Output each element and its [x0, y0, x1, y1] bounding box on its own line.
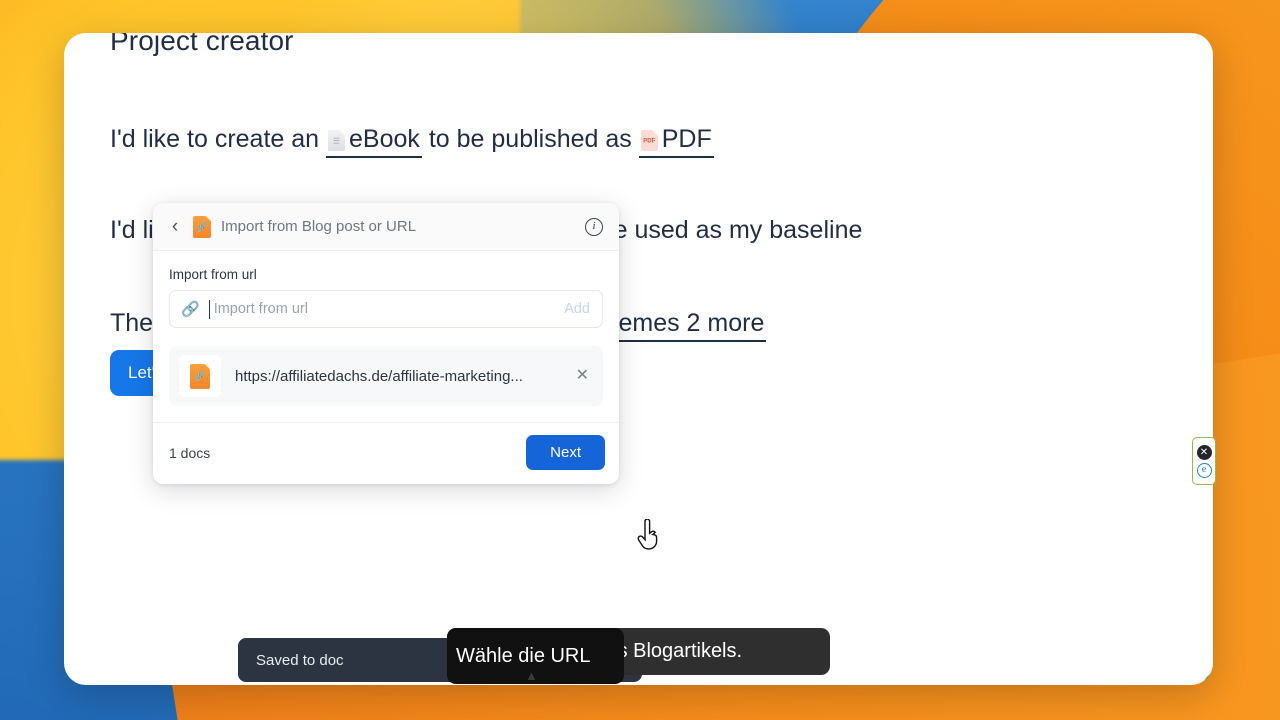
url-input-row[interactable]: 🔗 Add: [169, 290, 603, 328]
chevron-left-icon[interactable]: ‹: [167, 217, 183, 236]
slot-themes-label: themes 2 more: [597, 309, 765, 337]
import-source-popover: ‹ 🔗 Import from Blog post or URL i Impor…: [153, 203, 619, 484]
popover-title: Import from Blog post or URL: [221, 218, 417, 235]
slot-document-type[interactable]: ☰ eBook: [326, 125, 422, 158]
document-url: https://affiliatedachs.de/affiliate-mark…: [235, 367, 523, 385]
popover-footer: 1 docs Next: [153, 422, 619, 484]
sentence-publish-format: I'd like to create an ☰ eBook to be publi…: [110, 125, 714, 158]
close-icon[interactable]: ✕: [574, 368, 591, 384]
document-icon: ☰: [328, 130, 346, 151]
imported-documents-list: 🔗 https://affiliatedachs.de/affiliate-ma…: [153, 328, 619, 422]
add-url-button[interactable]: Add: [564, 301, 590, 317]
document-count-label: 1 docs: [169, 444, 211, 461]
page-title: Project creator: [110, 33, 294, 56]
list-item[interactable]: 🔗 https://affiliatedachs.de/affiliate-ma…: [169, 346, 603, 406]
info-icon[interactable]: i: [585, 217, 603, 236]
sentence-1-mid: to be published as: [428, 125, 632, 153]
popover-body: Import from url 🔗 Add: [153, 251, 619, 328]
tour-tooltip-highlight-text: Wähle die URL: [456, 644, 591, 667]
slot-output-format[interactable]: PDF PDF: [638, 125, 714, 158]
link-file-icon: 🔗: [190, 363, 210, 389]
url-field-label: Import from url: [169, 267, 257, 282]
document-thumbnail: 🔗: [179, 355, 221, 397]
close-circle-icon[interactable]: ✕: [1196, 444, 1212, 460]
caret-up-icon: ▲: [525, 668, 538, 683]
toast-label: Saved to doc: [256, 651, 344, 669]
e-badge-icon[interactable]: e: [1196, 462, 1212, 478]
link-file-icon: 🔗: [193, 215, 211, 238]
sentence-1-lead: I'd like to create an: [110, 125, 320, 153]
slot-document-type-label: eBook: [349, 125, 420, 153]
browser-extension-widget: ✕ e: [1192, 437, 1216, 485]
tour-tooltip-highlight: Wähle die URL ▲: [447, 628, 624, 684]
pdf-file-icon: PDF: [640, 130, 658, 151]
popover-header: ‹ 🔗 Import from Blog post or URL i: [153, 203, 619, 251]
slot-output-format-label: PDF: [661, 125, 712, 153]
next-button[interactable]: Next: [526, 435, 605, 470]
link-icon: 🔗: [181, 300, 200, 318]
slot-themes[interactable]: themes 2 more: [595, 309, 767, 342]
url-input[interactable]: [208, 299, 556, 319]
